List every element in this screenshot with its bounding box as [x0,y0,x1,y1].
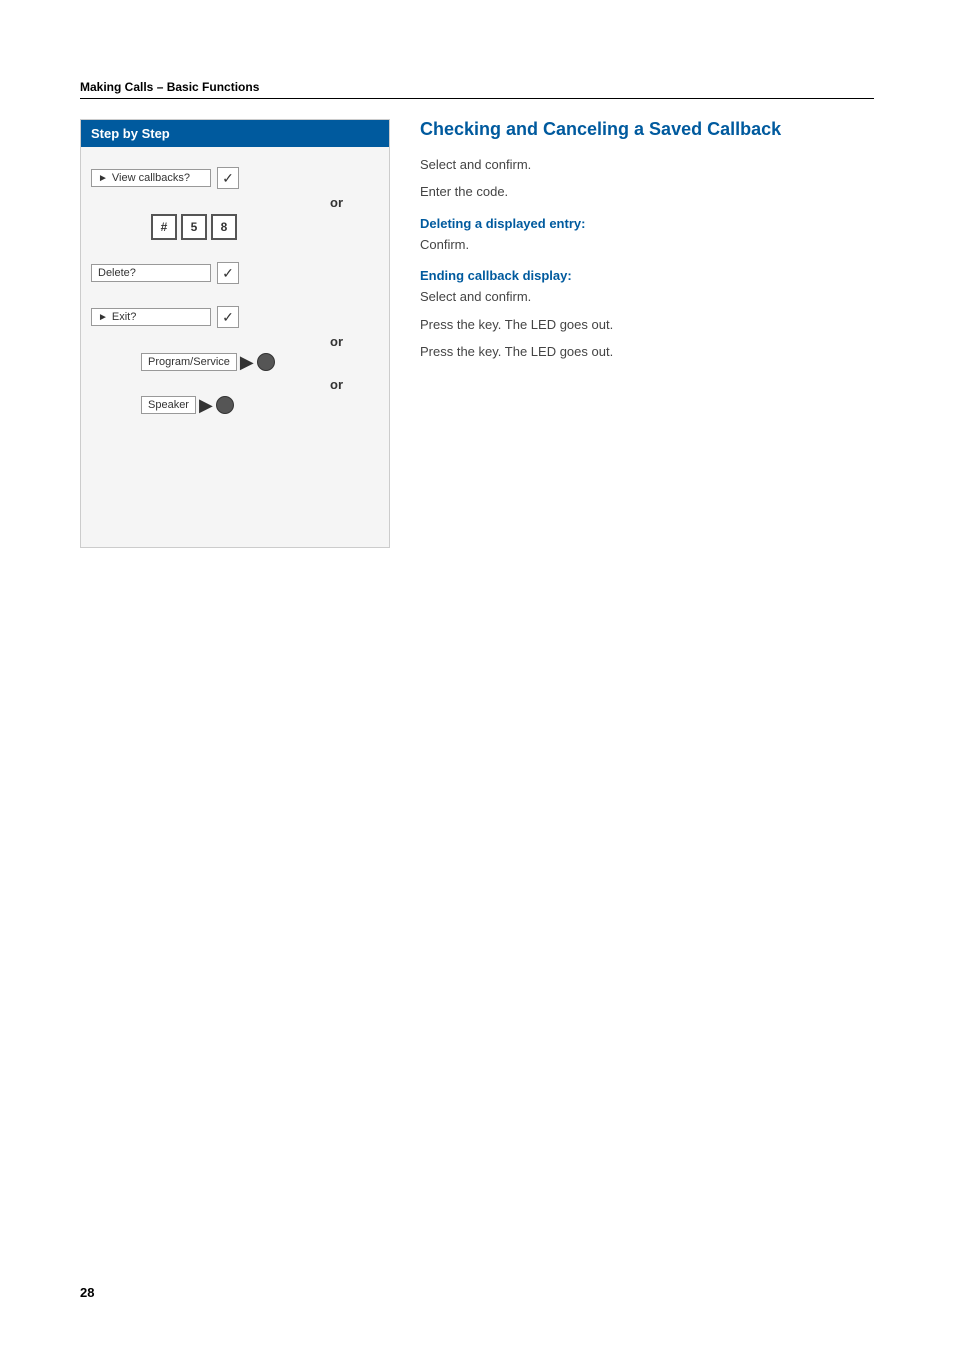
subtitle-ending: Ending callback display: [420,268,572,283]
digit-hash: # [151,214,177,240]
two-col-layout: Step by Step ► View callbacks? ✓ or [80,119,874,548]
digit-5: 5 [181,214,207,240]
led-circle-program [257,353,275,371]
text-enter-code: Enter the code. [420,184,508,199]
text-confirm: Confirm. [420,237,469,252]
content-ending-title: Ending callback display: [420,268,874,283]
text-press-key-1: Press the key. The LED goes out. [420,317,613,332]
led-arrow-program-icon: ▶ [240,353,254,371]
digit-8: 8 [211,214,237,240]
step-by-step-box: Step by Step ► View callbacks? ✓ or [80,119,390,548]
page-container: Making Calls – Basic Functions Step by S… [0,0,954,608]
content-deleting-title: Deleting a displayed entry: [420,216,874,231]
left-column: Step by Step ► View callbacks? ✓ or [80,119,390,548]
or-label-2: or [91,334,379,349]
speaker-key[interactable]: Speaker [141,396,196,414]
step-row-delete: Delete? ✓ [91,262,379,284]
step-row-exit: ► Exit? ✓ [91,306,379,328]
exit-menu[interactable]: ► Exit? [91,308,211,326]
content-select-confirm-2: Select and confirm. [420,287,874,307]
main-title: Checking and Canceling a Saved Callback [420,119,874,141]
step-row-view-callbacks: ► View callbacks? ✓ [91,167,379,189]
delete-label: Delete? [98,267,136,279]
step-row-speaker: Speaker ▶ [141,396,379,414]
text-select-confirm-1: Select and confirm. [420,157,531,172]
section-header: Making Calls – Basic Functions [80,80,874,99]
or-label-1: or [91,195,379,210]
text-select-confirm-2: Select and confirm. [420,289,531,304]
view-callbacks-menu[interactable]: ► View callbacks? [91,169,211,187]
subtitle-deleting: Deleting a displayed entry: [420,216,585,231]
page-number: 28 [80,1285,94,1300]
led-arrow-speaker-icon: ▶ [199,396,213,414]
or-label-3: or [91,377,379,392]
program-service-key[interactable]: Program/Service [141,353,237,371]
step-row-program-service: Program/Service ▶ [141,353,379,371]
step-row-digits: # 5 8 [151,214,379,240]
text-press-key-2: Press the key. The LED goes out. [420,344,613,359]
content-confirm: Confirm. [420,235,874,255]
delete-menu[interactable]: Delete? [91,264,211,282]
content-select-confirm-1: Select and confirm. [420,155,874,175]
menu-arrow-icon: ► [98,173,108,184]
digit-boxes: # 5 8 [151,214,237,240]
view-callbacks-label: View callbacks? [112,172,190,184]
content-press-key-2: Press the key. The LED goes out. [420,342,874,362]
content-press-key-1: Press the key. The LED goes out. [420,315,874,335]
right-column: Checking and Canceling a Saved Callback … [390,119,874,548]
step-by-step-header: Step by Step [81,120,389,147]
step-by-step-body: ► View callbacks? ✓ or # 5 [81,147,389,547]
menu-arrow-exit-icon: ► [98,312,108,323]
exit-label: Exit? [112,311,136,323]
check-button-exit[interactable]: ✓ [217,306,239,328]
content-enter-code: Enter the code. [420,182,874,202]
key-with-led-speaker: Speaker ▶ [141,396,234,414]
check-button-delete[interactable]: ✓ [217,262,239,284]
led-circle-speaker [216,396,234,414]
check-button-view-callbacks[interactable]: ✓ [217,167,239,189]
key-with-led-program: Program/Service ▶ [141,353,275,371]
